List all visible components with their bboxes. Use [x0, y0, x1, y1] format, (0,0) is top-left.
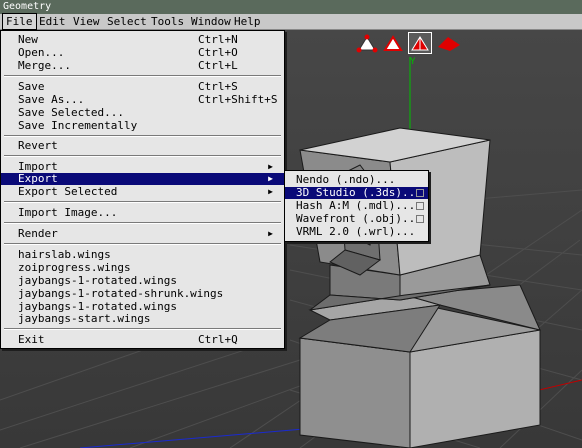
menu-item-label: Revert	[18, 139, 58, 152]
menu-item-label: Open...	[18, 46, 65, 59]
menu-file[interactable]: File	[2, 13, 37, 30]
menu-item-label: Save As...	[18, 93, 85, 106]
menu-help[interactable]: Help	[231, 14, 264, 29]
recent-file-label: jaybangs-1-rotated.wings	[18, 274, 177, 287]
recent-file-item[interactable]: zoiprogress.wings	[1, 262, 284, 274]
menu-item-shortcut: Ctrl+O	[198, 46, 238, 59]
menu-tools[interactable]: Tools	[148, 14, 187, 29]
menu-item-label: Save Selected...	[18, 106, 124, 119]
menu-separator	[4, 222, 281, 224]
recent-file-label: jaybangs-start.wings	[18, 312, 151, 325]
menu-item-new[interactable]: New Ctrl+N	[1, 34, 284, 46]
menu-item-label: Exit	[18, 333, 45, 346]
file-menu: New Ctrl+N Open... Ctrl+O Merge... Ctrl+…	[0, 30, 285, 349]
menu-separator	[4, 75, 281, 77]
menu-item-label: Save Incrementally	[18, 119, 138, 132]
menu-item-shortcut: Ctrl+N	[198, 33, 238, 46]
menu-separator	[4, 243, 281, 245]
vertex-select-icon[interactable]	[356, 33, 378, 53]
menu-item-shortcut: Ctrl+Q	[198, 333, 238, 346]
menu-item-label: Export	[18, 172, 58, 185]
menu-item-shortcut: Ctrl+Shift+S	[198, 93, 278, 106]
menu-item-label: Merge...	[18, 59, 71, 72]
y-axis-label: Y	[410, 57, 416, 67]
window-title-bar: Geometry	[0, 0, 582, 14]
menu-item-export-selected[interactable]: Export Selected ▶	[1, 186, 284, 198]
export-submenu: Nendo (.ndo)... 3D Studio (.3ds)... Hash…	[284, 170, 429, 242]
window-title: Geometry	[3, 1, 52, 12]
menu-item-render[interactable]: Render ▶	[1, 228, 284, 240]
recent-file-label: zoiprogress.wings	[18, 261, 131, 274]
menu-item-shortcut: Ctrl+L	[198, 59, 238, 72]
recent-file-item[interactable]: jaybangs-1-rotated.wings	[1, 275, 284, 287]
selection-mode-toolbar	[356, 32, 466, 55]
export-3d-studio[interactable]: 3D Studio (.3ds)...	[285, 187, 428, 199]
recent-file-label: hairslab.wings	[18, 248, 111, 261]
menu-item-open[interactable]: Open... Ctrl+O	[1, 47, 284, 59]
option-box-icon[interactable]	[416, 202, 424, 210]
export-wavefront[interactable]: Wavefront (.obj)...	[285, 213, 428, 225]
menu-item-label: New	[18, 33, 38, 46]
option-box-icon[interactable]	[416, 215, 424, 223]
menu-view[interactable]: View	[70, 14, 103, 29]
submenu-arrow-icon: ▶	[268, 162, 273, 171]
menu-item-save-incrementally[interactable]: Save Incrementally	[1, 120, 284, 132]
submenu-arrow-icon: ▶	[268, 174, 273, 183]
menu-window[interactable]: Window	[188, 14, 234, 29]
recent-file-item[interactable]: hairslab.wings	[1, 249, 284, 261]
menu-item-export[interactable]: Export ▶	[1, 173, 284, 185]
menu-item-save-as[interactable]: Save As... Ctrl+Shift+S	[1, 94, 284, 106]
menu-item-merge[interactable]: Merge... Ctrl+L	[1, 60, 284, 72]
edge-select-icon[interactable]	[382, 33, 404, 53]
menu-item-shortcut: Ctrl+S	[198, 80, 238, 93]
menu-item-label: Import Image...	[18, 206, 118, 219]
menu-item-label: Hash A:M (.mdl)...	[296, 199, 416, 212]
menu-separator	[4, 135, 281, 137]
export-hash-am[interactable]: Hash A:M (.mdl)...	[285, 200, 428, 212]
recent-file-item[interactable]: jaybangs-start.wings	[1, 313, 284, 325]
menu-item-label: Wavefront (.obj)...	[296, 212, 422, 225]
export-vrml[interactable]: VRML 2.0 (.wrl)...	[285, 226, 428, 238]
menu-item-save-selected[interactable]: Save Selected...	[1, 107, 284, 119]
face-select-icon[interactable]	[408, 32, 432, 54]
menu-item-label: 3D Studio (.3ds)...	[296, 186, 422, 199]
menu-separator	[4, 201, 281, 203]
menu-item-label: VRML 2.0 (.wrl)...	[296, 225, 416, 238]
menu-select[interactable]: Select	[104, 14, 150, 29]
menu-item-save[interactable]: Save Ctrl+S	[1, 81, 284, 93]
menu-bar: File Edit View Select Tools Window Help	[0, 13, 582, 30]
menu-edit[interactable]: Edit	[36, 14, 69, 29]
recent-file-label: jaybangs-1-rotated-shrunk.wings	[18, 287, 224, 300]
recent-file-item[interactable]: jaybangs-1-rotated-shrunk.wings	[1, 288, 284, 300]
menu-item-label: Nendo (.ndo)...	[296, 173, 396, 186]
menu-item-label: Render	[18, 227, 58, 240]
menu-item-import-image[interactable]: Import Image...	[1, 207, 284, 219]
menu-item-label: Export Selected	[18, 185, 118, 198]
submenu-arrow-icon: ▶	[268, 229, 273, 238]
submenu-arrow-icon: ▶	[268, 187, 273, 196]
menu-item-label: Save	[18, 80, 45, 93]
menu-item-exit[interactable]: Exit Ctrl+Q	[1, 334, 284, 346]
menu-separator	[4, 328, 281, 330]
menu-separator	[4, 155, 281, 157]
menu-item-revert[interactable]: Revert	[1, 140, 284, 152]
object-select-icon[interactable]	[436, 33, 460, 53]
export-nendo[interactable]: Nendo (.ndo)...	[285, 174, 428, 186]
option-box-icon[interactable]	[416, 189, 424, 197]
